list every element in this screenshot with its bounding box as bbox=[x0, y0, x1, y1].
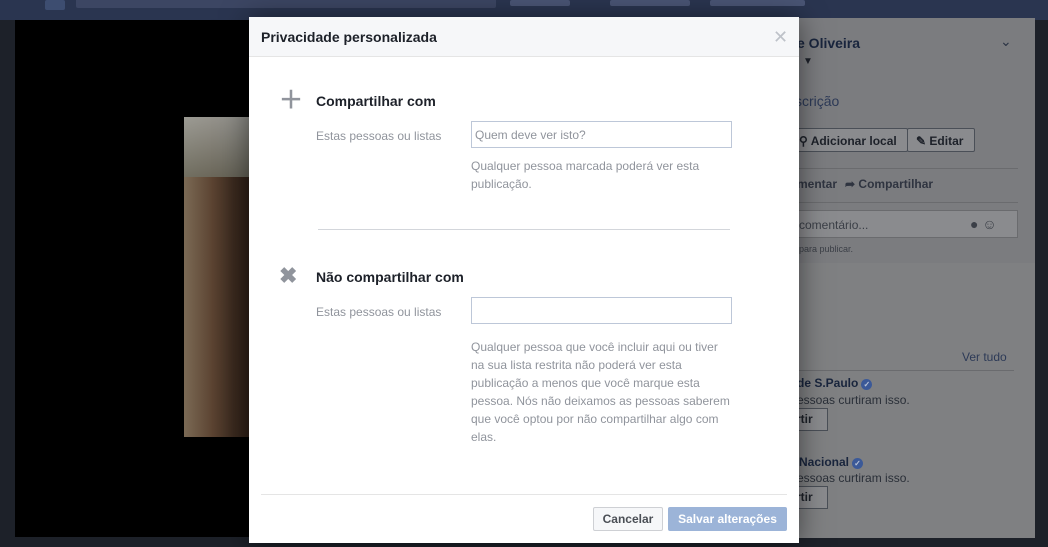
share-with-input[interactable] bbox=[471, 121, 732, 148]
close-x-icon: ✖ bbox=[279, 263, 298, 288]
divider bbox=[790, 168, 1018, 169]
pencil-icon: ✎ bbox=[916, 134, 927, 148]
nav-item bbox=[610, 0, 690, 6]
edit-button: ✎ Editar bbox=[907, 128, 975, 152]
save-changes-button[interactable]: Salvar alterações bbox=[668, 507, 787, 531]
dont-share-with-label: Estas pessoas ou listas bbox=[316, 305, 442, 319]
share-with-label: Estas pessoas ou listas bbox=[316, 129, 442, 143]
suggested-page-likes: essoas curtiram isso. bbox=[797, 471, 910, 485]
description-link: scrição bbox=[795, 93, 840, 109]
search-bar bbox=[76, 0, 496, 8]
suggested-page-name-text: Nacional bbox=[799, 455, 850, 469]
dont-share-with-help-text: Qualquer pessoa que você incluir aqui ou… bbox=[471, 340, 730, 444]
share-with-help-text: Qualquer pessoa marcada poderá ver esta … bbox=[471, 159, 700, 191]
audience-dropdown-icon: ▼ bbox=[803, 56, 813, 67]
verified-badge-icon: ✓ bbox=[861, 379, 873, 390]
location-pin-icon: ⚲ bbox=[799, 134, 808, 148]
publish-hint: para publicar. bbox=[799, 244, 854, 254]
verified-badge-icon: ✓ bbox=[852, 458, 864, 469]
suggested-page-name-text: de S.Paulo bbox=[797, 376, 859, 390]
nav-item bbox=[510, 0, 570, 6]
add-location-label: Adicionar local bbox=[810, 134, 897, 148]
chevron-down-icon: ⌄ bbox=[1000, 33, 1012, 49]
add-location-button: ⚲ Adicionar local bbox=[790, 128, 908, 152]
share-icon: ➦ bbox=[845, 177, 856, 191]
nav-item bbox=[710, 0, 805, 6]
share-action: ➦ Compartilhar bbox=[845, 177, 933, 191]
divider bbox=[790, 370, 1014, 371]
dont-share-with-input[interactable] bbox=[471, 297, 732, 324]
cancel-button[interactable]: Cancelar bbox=[593, 507, 663, 531]
suggested-page-name: Nacional ✓ bbox=[799, 455, 864, 469]
footer-divider bbox=[261, 494, 787, 495]
camera-icon: ● ☺ bbox=[970, 216, 997, 232]
dont-share-with-title: Não compartilhar com bbox=[316, 269, 464, 285]
edit-label: Editar bbox=[929, 134, 964, 148]
suggested-page-name: de S.Paulo ✓ bbox=[797, 376, 873, 390]
photo-image bbox=[184, 117, 254, 437]
facebook-logo bbox=[45, 0, 65, 10]
divider bbox=[790, 202, 1018, 203]
dialog-title: Privacidade personalizada bbox=[261, 29, 437, 45]
plus-icon: ＋ bbox=[279, 87, 303, 114]
profile-name: e Oliveira bbox=[797, 35, 861, 51]
comment-action: mentar bbox=[797, 177, 838, 191]
suggested-page-likes: essoas curtiram isso. bbox=[797, 393, 910, 407]
comment-placeholder: comentário... bbox=[799, 218, 869, 232]
share-label: Compartilhar bbox=[858, 177, 934, 191]
section-divider bbox=[318, 229, 730, 230]
see-all-link: Ver tudo bbox=[962, 350, 1007, 364]
close-icon[interactable]: ✕ bbox=[773, 27, 788, 47]
share-with-title: Compartilhar com bbox=[316, 93, 436, 109]
custom-privacy-dialog: Privacidade personalizada ✕ ＋ Compartilh… bbox=[249, 17, 799, 543]
dialog-header: Privacidade personalizada ✕ bbox=[249, 17, 799, 57]
